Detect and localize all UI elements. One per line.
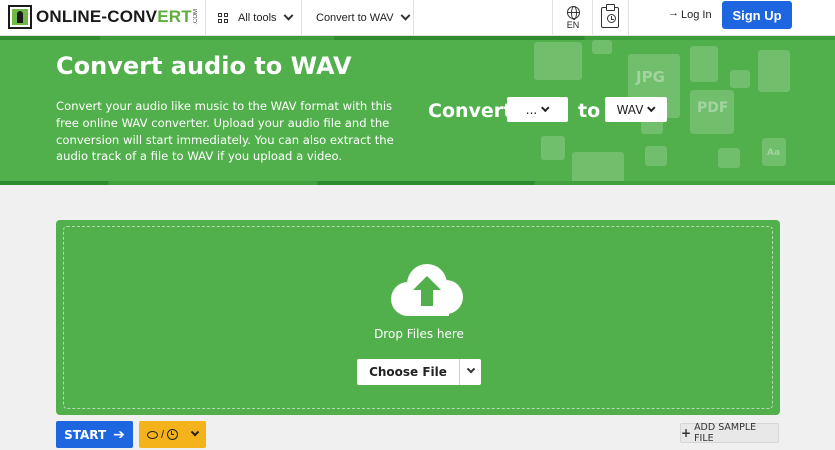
image-icon bbox=[592, 40, 612, 54]
chevron-down-icon bbox=[541, 103, 550, 112]
font-file-label: Aa bbox=[767, 148, 781, 158]
chart-file-icon bbox=[758, 50, 790, 92]
login-arrow-icon bbox=[668, 7, 679, 20]
banner-stripe bbox=[0, 181, 835, 185]
chevron-down-icon bbox=[647, 103, 656, 112]
choose-file-dropdown[interactable] bbox=[460, 359, 481, 385]
start-button[interactable]: START ➔ bbox=[56, 421, 133, 448]
picture-file-icon bbox=[690, 46, 718, 82]
logo-icon bbox=[8, 5, 32, 29]
logo-com-text: .COM bbox=[192, 9, 199, 25]
clock-icon bbox=[607, 14, 616, 23]
language-label: EN bbox=[566, 20, 580, 30]
convert-to-menu[interactable]: Convert to WAV bbox=[316, 0, 411, 36]
chevron-down-icon bbox=[400, 10, 411, 21]
hero-banner: JPG PDF Aa Convert audio to WAV Convert … bbox=[0, 36, 835, 185]
to-label: to bbox=[578, 100, 601, 122]
source-format-select[interactable]: ... bbox=[507, 97, 568, 122]
drop-area[interactable]: Drop Files here Choose File bbox=[63, 226, 773, 409]
drop-files-text: Drop Files here bbox=[374, 327, 464, 341]
cloud-upload-icon bbox=[391, 264, 463, 316]
nav-divider bbox=[552, 0, 553, 36]
add-sample-label: ADD SAMPLE FILE bbox=[694, 422, 757, 444]
chevron-down-icon bbox=[190, 427, 200, 436]
file-icon bbox=[718, 148, 740, 168]
logo-text: ONLINE-CONVERT bbox=[36, 7, 192, 26]
credits-dropdown[interactable]: / bbox=[139, 421, 206, 448]
chevron-down-icon bbox=[466, 364, 475, 374]
nav-divider bbox=[592, 0, 593, 36]
file-icon bbox=[730, 70, 750, 88]
signup-button[interactable]: Sign Up bbox=[722, 1, 792, 29]
all-tools-menu[interactable]: All tools bbox=[218, 0, 293, 36]
convert-label: Convert bbox=[428, 100, 513, 122]
nav-divider bbox=[205, 0, 206, 36]
jpg-file-label: JPG bbox=[636, 68, 665, 86]
all-tools-label: All tools bbox=[238, 12, 277, 24]
start-label: START bbox=[64, 427, 107, 442]
banner-stripe bbox=[0, 36, 835, 40]
mail-icon bbox=[534, 42, 582, 80]
arrow-right-icon: ➔ bbox=[113, 426, 125, 443]
convert-to-label: Convert to WAV bbox=[316, 12, 394, 24]
clipboard-clock-icon[interactable] bbox=[601, 4, 619, 28]
target-format-select[interactable]: WAV bbox=[605, 97, 667, 122]
page-description: Convert your audio like music to the WAV… bbox=[56, 99, 394, 164]
pdf-file-label: PDF bbox=[697, 100, 729, 116]
nav-divider bbox=[628, 0, 629, 36]
file-icon bbox=[641, 120, 663, 134]
source-format-value: ... bbox=[525, 102, 538, 117]
clock-icon bbox=[167, 429, 179, 440]
site-logo[interactable]: ONLINE-CONVERT .COM bbox=[8, 4, 199, 30]
login-link[interactable]: Log In bbox=[668, 0, 712, 30]
coin-icon bbox=[147, 430, 158, 439]
plus-icon: + bbox=[681, 426, 692, 440]
language-selector[interactable]: EN bbox=[555, 0, 591, 36]
choose-file-group: Choose File bbox=[357, 359, 481, 385]
nav-divider bbox=[301, 0, 302, 36]
slash-separator: / bbox=[161, 428, 165, 441]
top-header: ONLINE-CONVERT .COM All tools Convert to… bbox=[0, 0, 835, 36]
page-title: Convert audio to WAV bbox=[56, 52, 352, 80]
login-label: Log In bbox=[681, 9, 712, 21]
file-drop-zone[interactable]: Drop Files here Choose File bbox=[56, 220, 780, 415]
nav-divider bbox=[413, 0, 414, 36]
grid-icon bbox=[218, 13, 228, 23]
globe-icon bbox=[566, 6, 580, 20]
choose-file-button[interactable]: Choose File bbox=[357, 359, 460, 385]
add-sample-file-button[interactable]: + ADD SAMPLE FILE bbox=[680, 422, 779, 444]
png-file-icon bbox=[541, 136, 565, 160]
target-format-value: WAV bbox=[616, 102, 644, 117]
file-icon bbox=[645, 146, 667, 166]
chevron-down-icon bbox=[283, 10, 293, 21]
